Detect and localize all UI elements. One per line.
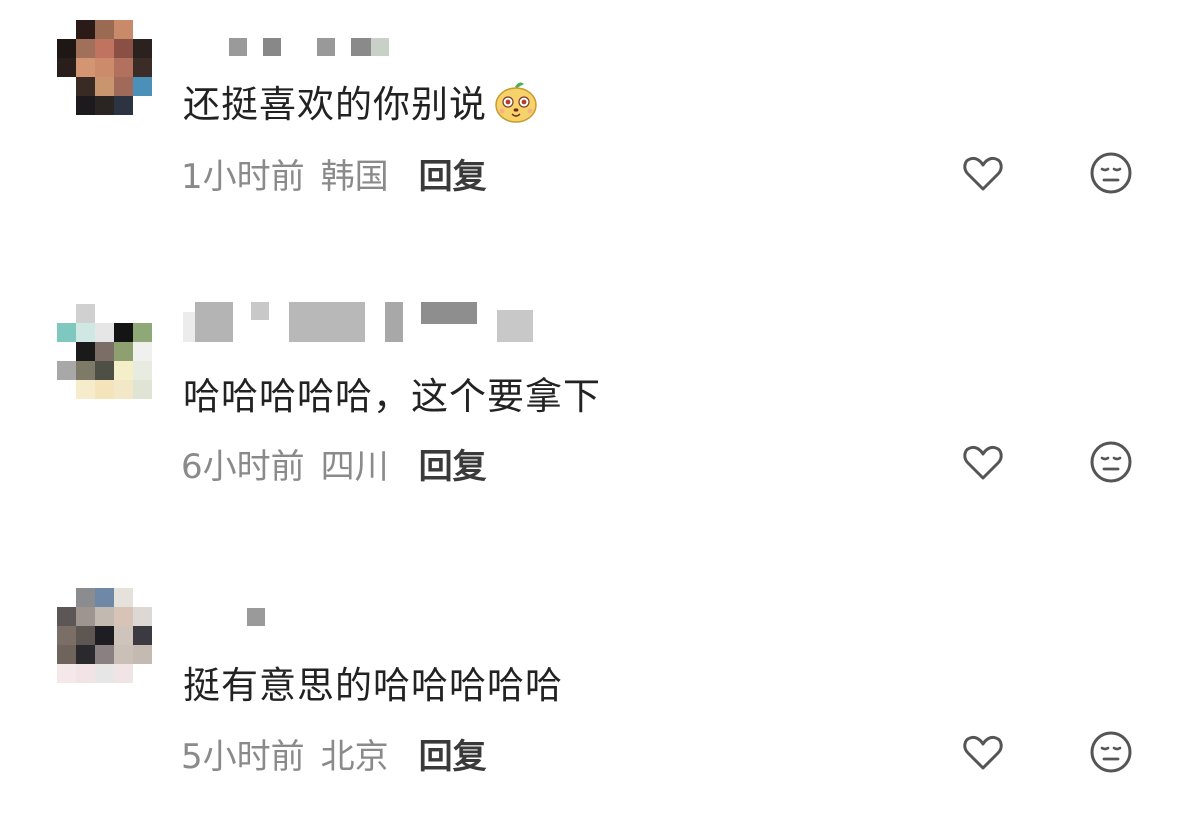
location: 韩国 [320, 156, 389, 197]
comment-text: 哈哈哈哈哈，这个要拿下 [183, 367, 601, 419]
meh-face-icon [1090, 152, 1132, 194]
location: 北京 [320, 736, 389, 777]
comment-item: 哈哈哈哈哈，这个要拿下 6小时前 四川 回复 [0, 290, 1200, 530]
meh-face-icon [1090, 731, 1132, 773]
location: 四川 [320, 446, 389, 487]
dislike-button[interactable] [1087, 728, 1135, 776]
comment-text-label: 哈哈哈哈哈，这个要拿下 [183, 375, 601, 418]
comment-item: 还挺喜欢的你别说 1小时前 韩国 回复 [0, 0, 1200, 240]
like-button[interactable] [959, 149, 1007, 197]
reply-button[interactable]: 回复 [419, 729, 487, 778]
like-button[interactable] [959, 438, 1007, 486]
username-obscured[interactable] [183, 302, 533, 342]
comment-text-label: 挺有意思的哈哈哈哈哈 [183, 664, 563, 707]
comment-text-label: 还挺喜欢的你别说 [183, 83, 487, 126]
heart-outline-icon [963, 156, 1003, 191]
reply-button[interactable]: 回复 [419, 439, 487, 488]
avatar[interactable] [57, 588, 152, 683]
avatar[interactable] [57, 304, 152, 399]
reply-button[interactable]: 回复 [419, 149, 487, 198]
username-obscured[interactable] [183, 38, 389, 64]
heart-outline-icon [963, 445, 1003, 480]
timestamp: 5小时前 [181, 736, 305, 777]
timestamp: 6小时前 [181, 446, 305, 487]
avatar[interactable] [57, 20, 152, 115]
like-button[interactable] [959, 728, 1007, 776]
comment-text: 挺有意思的哈哈哈哈哈 [183, 656, 563, 708]
comment-item: 挺有意思的哈哈哈哈哈 5小时前 北京 回复 [0, 580, 1200, 820]
comment-meta: 5小时前 北京 回复 [181, 729, 487, 778]
dislike-button[interactable] [1087, 149, 1135, 197]
comment-meta: 1小时前 韩国 回复 [181, 149, 487, 198]
comment-text: 还挺喜欢的你别说 [183, 75, 539, 127]
meh-face-icon [1090, 441, 1132, 483]
timestamp: 1小时前 [181, 156, 305, 197]
username-obscured[interactable] [183, 608, 265, 634]
comment-meta: 6小时前 四川 回复 [181, 439, 487, 488]
heart-outline-icon [963, 735, 1003, 770]
dislike-button[interactable] [1087, 438, 1135, 486]
smiley-sticker-icon [493, 78, 539, 124]
